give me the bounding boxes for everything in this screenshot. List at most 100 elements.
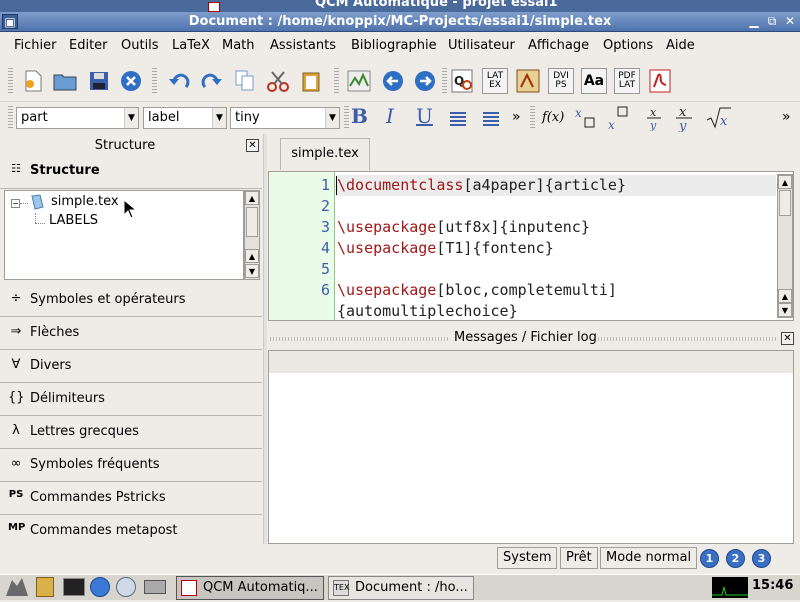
minimize-icon[interactable]: ▁ [746,14,762,29]
view-dvi-icon[interactable] [515,68,541,94]
sectioning-select[interactable]: part ▼ [16,107,139,129]
scroll-thumb[interactable] [779,190,791,216]
quick-build-icon[interactable] [346,68,372,94]
messages-log-area[interactable] [268,350,794,544]
panel-grip[interactable] [270,337,450,341]
tree-file-item[interactable]: simple.tex [51,194,119,209]
terminal-icon[interactable] [63,578,85,596]
browser-icon[interactable] [90,577,110,597]
toolbar-grip[interactable] [334,68,339,94]
menu-editer[interactable]: Editer [69,38,108,53]
menu-assistants[interactable]: Assistants [270,38,336,53]
menu-options[interactable]: Options [603,38,653,53]
bold-icon[interactable]: B [351,104,368,128]
scroll-up-icon[interactable]: ▲ [245,191,259,205]
task-document[interactable]: TEX Document : /ho... [328,576,474,600]
bookmark-3-button[interactable]: 3 [752,549,771,568]
close-panel-icon[interactable]: ✕ [246,139,259,152]
size-select[interactable]: tiny ▼ [230,107,340,129]
toolbar-grip[interactable] [8,106,13,130]
new-file-icon[interactable] [20,68,46,94]
dfrac-icon[interactable]: xy [675,104,695,134]
menu-bibliographie[interactable]: Bibliographie [351,38,437,53]
background-window-title[interactable]: QCM Automatique - projet essai1 [0,0,800,12]
tab-symboles-operateurs[interactable]: ÷ Symboles et opérateurs [0,284,262,317]
function-icon[interactable]: f(x) [542,110,564,125]
close-document-icon[interactable] [118,68,144,94]
tree-labels-item[interactable]: LABELS [49,213,98,228]
bookmark-2-button[interactable]: 2 [726,549,745,568]
toolbar-grip[interactable] [152,68,157,94]
scroll-down-icon[interactable]: ▼ [778,303,792,317]
toolbar-grip[interactable] [8,68,13,94]
structure-tree[interactable]: − simple.tex LABELS [4,190,244,280]
code-editor[interactable]: 1 2 3 4 5 6 \documentclass[a4paper]{arti… [268,171,794,321]
splitter[interactable] [263,134,267,544]
task-qcm-automatique[interactable]: QCM Automatiq... [176,576,324,600]
menu-aide[interactable]: Aide [666,38,695,53]
maximize-icon[interactable]: ⧉ [764,14,780,29]
tab-lettres-grecques[interactable]: λ Lettres grecques [0,416,262,449]
tab-fleches[interactable]: ⇒ Flèches [0,317,262,350]
tab-commandes-pstricks[interactable]: PS Commandes Pstricks [0,482,262,515]
kde-menu-icon[interactable] [4,576,30,598]
menu-outils[interactable]: Outils [121,38,159,53]
copy-icon[interactable] [232,68,258,94]
superscript-icon[interactable]: x [575,105,599,131]
network-icon[interactable] [116,577,136,597]
toolbar-overflow-icon[interactable]: » [512,109,521,125]
home-folder-icon[interactable] [36,577,54,597]
square-root-icon[interactable]: x [706,106,732,130]
subscript-icon[interactable]: x [608,105,632,132]
tree-expander[interactable]: − [11,199,20,208]
scroll-up-icon[interactable]: ▲ [245,249,259,263]
tab-simple-tex[interactable]: simple.tex [280,138,370,170]
monitor-icon[interactable] [144,580,166,594]
view-pdf-icon[interactable] [647,68,673,94]
cut-icon[interactable] [265,68,291,94]
editor-scrollbar[interactable]: ▲ ▲ ▼ [777,174,793,318]
close-icon[interactable]: ✕ [782,14,798,29]
pdflatex-icon[interactable]: PDF LAT [614,68,640,94]
previous-arrow-icon[interactable] [380,68,406,94]
tab-symboles-frequents[interactable]: ∞ Symboles fréquents [0,449,262,482]
toolbar-grip[interactable] [344,106,349,130]
latex-icon[interactable]: LAT EX [482,68,508,94]
reference-select[interactable]: label ▼ [143,107,227,129]
redo-icon[interactable] [199,68,225,94]
undo-icon[interactable] [166,68,192,94]
paste-icon[interactable] [298,68,324,94]
bookmark-1-button[interactable]: 1 [700,549,719,568]
tab-delimiteurs[interactable]: {} Délimiteurs [0,383,262,416]
close-panel-icon[interactable]: ✕ [781,332,794,345]
scroll-up-icon[interactable]: ▲ [778,175,792,189]
italic-icon[interactable]: I [386,104,394,128]
tab-divers[interactable]: ∀ Divers [0,350,262,383]
fraction-icon[interactable]: xy [645,105,665,132]
underline-icon[interactable]: U [416,104,433,128]
align-left-icon[interactable] [450,112,466,126]
menu-math[interactable]: Math [222,38,255,53]
open-folder-icon[interactable] [52,68,78,94]
save-icon[interactable] [86,68,112,94]
tab-structure[interactable]: ☷ Structure [0,155,262,189]
tree-scrollbar[interactable]: ▲ ▲ ▼ [244,190,260,280]
font-icon[interactable]: Aa [581,68,607,94]
search-document-icon[interactable]: Q [450,68,476,94]
scroll-thumb[interactable] [246,207,258,237]
menu-fichier[interactable]: Fichier [14,38,57,53]
menu-affichage[interactable]: Affichage [528,38,589,53]
scroll-up-icon[interactable]: ▲ [778,289,792,303]
window-titlebar[interactable]: ▣ Document : /home/knoppix/MC-Projects/e… [0,12,800,32]
panel-grip[interactable] [598,337,778,341]
tab-commandes-metapost[interactable]: MP Commandes metapost [0,515,262,548]
menu-utilisateur[interactable]: Utilisateur [448,38,515,53]
toolbar-grip[interactable] [530,106,535,130]
toolbar-grip[interactable] [442,68,447,94]
menu-latex[interactable]: LaTeX [172,38,210,53]
next-arrow-icon[interactable] [412,68,438,94]
toolbar-overflow-icon[interactable]: » [782,109,791,125]
align-center-icon[interactable] [483,112,499,126]
scroll-down-icon[interactable]: ▼ [245,264,259,278]
dvi-to-ps-icon[interactable]: DVI PS [548,68,574,94]
